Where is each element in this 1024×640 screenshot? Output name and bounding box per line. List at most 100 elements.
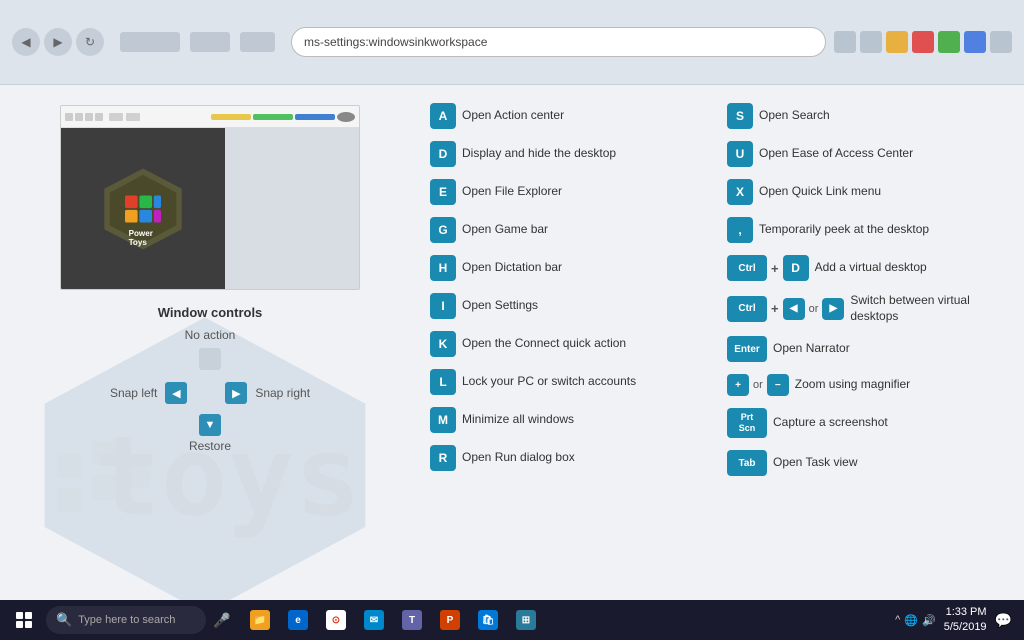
key-g: G [430, 217, 456, 243]
start-button[interactable] [4, 602, 44, 638]
shortcut-row-u: U Open Ease of Access Center [727, 141, 1004, 167]
svg-text:Toys: Toys [129, 238, 148, 247]
shortcut-row-m: M Minimize all windows [430, 407, 707, 433]
shortcut-row-r: R Open Run dialog box [430, 445, 707, 471]
nav-buttons: ◀ ▶ ↻ [12, 28, 104, 56]
browser-toolbar [834, 31, 1012, 53]
snap-right-button[interactable]: ▶ [225, 382, 247, 404]
desc-ctrl-d: Add a virtual desktop [815, 260, 927, 276]
shortcuts-panel: A Open Action center D Display and hide … [420, 85, 1024, 640]
desc-k: Open the Connect quick action [462, 336, 626, 352]
desc-h: Open Dictation bar [462, 260, 562, 276]
clock-date: 5/5/2019 [944, 620, 987, 635]
snap-right-label: Snap right [255, 386, 310, 400]
mic-icon: 🎤 [213, 612, 230, 629]
teams-icon: T [402, 610, 422, 630]
desc-a: Open Action center [462, 108, 564, 124]
network-icon[interactable]: 🌐 [904, 614, 918, 627]
desc-s: Open Search [759, 108, 830, 124]
shortcut-row-tab: Tab Open Task view [727, 450, 1004, 476]
shortcut-row-enter: Enter Open Narrator [727, 336, 1004, 362]
key-ctrl-2: Ctrl [727, 296, 767, 322]
desc-d: Display and hide the desktop [462, 146, 616, 162]
key-comma: , [727, 217, 753, 243]
preview-box: Power Toys [60, 105, 360, 290]
plus-2: + [771, 301, 779, 316]
shortcut-row-comma: , Temporarily peek at the desktop [727, 217, 1004, 243]
key-minus: − [767, 374, 789, 396]
chrome-icon: ⊙ [326, 610, 346, 630]
key-right: ▶ [822, 298, 844, 320]
desc-m: Minimize all windows [462, 412, 574, 428]
shortcut-row-x: X Open Quick Link menu [727, 179, 1004, 205]
restore-section: ▼ Restore [110, 408, 310, 453]
plus-1: + [771, 261, 779, 276]
taskbar-mail[interactable]: ✉ [356, 602, 392, 638]
key-h: H [430, 255, 456, 281]
no-action-label: No action [110, 328, 310, 342]
preview-right-pane [225, 128, 359, 289]
key-a: A [430, 103, 456, 129]
desc-tab: Open Task view [773, 455, 858, 471]
key-u: U [727, 141, 753, 167]
tray-chevron[interactable]: ^ [895, 614, 900, 626]
shortcut-row-d: D Display and hide the desktop [430, 141, 707, 167]
notification-button[interactable]: 💬 [995, 612, 1012, 629]
taskbar-store[interactable]: 🛍 [470, 602, 506, 638]
back-button[interactable]: ◀ [12, 28, 40, 56]
powerpoint-icon: P [440, 610, 460, 630]
desc-g: Open Game bar [462, 222, 548, 238]
search-icon: 🔍 [56, 612, 72, 628]
preview-app-icon: Power Toys [61, 128, 225, 289]
shortcut-row-i: I Open Settings [430, 293, 707, 319]
clock[interactable]: 1:33 PM 5/5/2019 [944, 605, 987, 636]
desc-r: Open Run dialog box [462, 450, 575, 466]
shortcut-row-e: E Open File Explorer [430, 179, 707, 205]
key-prtscn: PrtScn [727, 408, 767, 438]
taskbar-powerpoint[interactable]: P [432, 602, 468, 638]
shortcut-row-l: L Lock your PC or switch accounts [430, 369, 707, 395]
windows-logo-icon [16, 612, 32, 628]
preview-toolbar [61, 106, 359, 128]
taskbar-teams[interactable]: T [394, 602, 430, 638]
shortcuts-right-col: S Open Search U Open Ease of Access Cent… [727, 103, 1004, 622]
browser-bar: ◀ ▶ ↻ [0, 0, 1024, 85]
taskbar-app-icons: 📁 e ⊙ ✉ T P 🛍 ⊞ [242, 602, 544, 638]
snap-left-button[interactable]: ◀ [165, 382, 187, 404]
forward-button[interactable]: ▶ [44, 28, 72, 56]
restore-button[interactable]: ▼ [199, 414, 221, 436]
desc-u: Open Ease of Access Center [759, 146, 913, 162]
key-left: ◀ [783, 298, 805, 320]
key-x: X [727, 179, 753, 205]
taskbar-edge[interactable]: e [280, 602, 316, 638]
svg-text:Power: Power [129, 229, 154, 238]
shortcut-row-g: G Open Game bar [430, 217, 707, 243]
key-tab: Tab [727, 450, 767, 476]
refresh-button[interactable]: ↻ [76, 28, 104, 56]
shortcut-row-zoom: + or − Zoom using magnifier [727, 374, 1004, 396]
desc-prtscn: Capture a screenshot [773, 415, 888, 431]
shortcut-row-ctrl-d: Ctrl + D Add a virtual desktop [727, 255, 1004, 281]
desc-zoom: Zoom using magnifier [795, 377, 910, 393]
key-plus: + [727, 374, 749, 396]
shortcut-row-a: A Open Action center [430, 103, 707, 129]
address-bar[interactable] [291, 27, 826, 57]
volume-icon[interactable]: 🔊 [922, 614, 936, 627]
key-r: R [430, 445, 456, 471]
taskbar-right: ^ 🌐 🔊 1:33 PM 5/5/2019 💬 [895, 605, 1020, 636]
taskbar-search[interactable]: 🔍 Type here to search [46, 606, 206, 634]
taskbar-file-explorer[interactable]: 📁 [242, 602, 278, 638]
key-ctrl-1: Ctrl [727, 255, 767, 281]
desc-e: Open File Explorer [462, 184, 562, 200]
taskbar-powertoys[interactable]: ⊞ [508, 602, 544, 638]
cortana-button[interactable]: 🎤 [208, 606, 236, 634]
desc-x: Open Quick Link menu [759, 184, 881, 200]
key-k: K [430, 331, 456, 357]
shortcut-row-h: H Open Dictation bar [430, 255, 707, 281]
key-i: I [430, 293, 456, 319]
file-explorer-icon: 📁 [250, 610, 270, 630]
restore-label: Restore [189, 439, 231, 453]
taskbar-chrome[interactable]: ⊙ [318, 602, 354, 638]
window-controls-section: Window controls No action Snap left ◀ ▶ … [110, 305, 310, 453]
store-icon: 🛍 [478, 610, 498, 630]
